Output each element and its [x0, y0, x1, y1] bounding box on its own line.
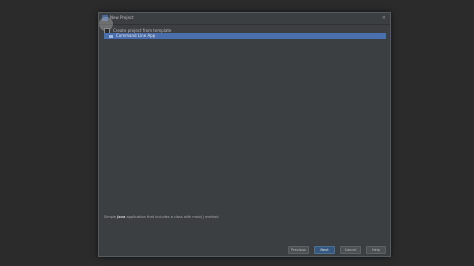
new-project-dialog: New Project × Create project from templa…: [98, 12, 391, 257]
template-label: Command Line App: [116, 33, 156, 38]
template-item-command-line-app[interactable]: Command Line App: [104, 33, 386, 39]
folder-icon: [109, 34, 113, 38]
description-prefix: Simple: [104, 215, 118, 219]
previous-button[interactable]: Previous: [288, 246, 309, 254]
dialog-footer: Previous Next Cancel Help: [99, 245, 390, 257]
dialog-titlebar: New Project ×: [99, 13, 390, 25]
template-description: Simple Java application that includes a …: [104, 214, 218, 220]
cancel-button[interactable]: Cancel: [340, 246, 361, 254]
close-icon[interactable]: ×: [382, 14, 386, 22]
dialog-title: New Project: [110, 15, 134, 20]
help-button[interactable]: Help: [366, 246, 386, 254]
description-suffix: application that includes a class with m…: [125, 215, 219, 219]
template-list[interactable]: Command Line App: [104, 33, 386, 213]
